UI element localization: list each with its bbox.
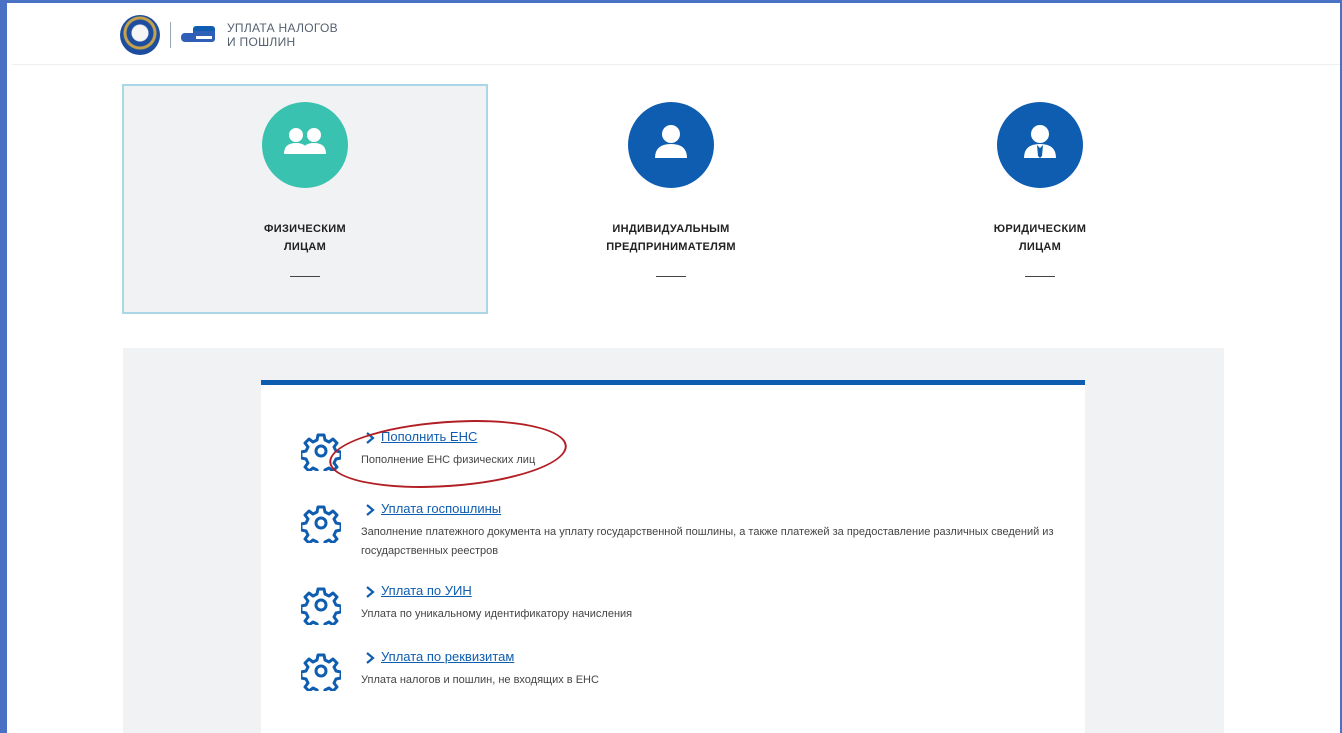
chevron-right-icon bbox=[366, 652, 375, 664]
category-entrepreneurs[interactable]: ИНДИВИДУАЛЬНЫМ ПРЕДПРИНИМАТЕЛЯМ bbox=[488, 84, 854, 314]
site-logo[interactable]: УПЛАТА НАЛОГОВ И ПОШЛИН bbox=[120, 10, 338, 60]
services-panel: Пополнить ЕНС Пополнение ЕНС физических … bbox=[123, 348, 1224, 733]
category-label-line1: ЮРИДИЧЕСКИМ bbox=[993, 223, 1087, 235]
chevron-right-icon bbox=[366, 504, 375, 516]
service-link[interactable]: Уплата по реквизитам bbox=[381, 649, 514, 664]
category-divider bbox=[1025, 276, 1055, 277]
category-label-line2: ПРЕДПРИНИМАТЕЛЯМ bbox=[606, 241, 736, 253]
category-divider bbox=[290, 276, 320, 277]
category-label-line2: ЛИЦАМ bbox=[1018, 241, 1062, 253]
logo-title-line1: УПЛАТА НАЛОГОВ bbox=[227, 21, 338, 35]
category-legal-entities[interactable]: ЮРИДИЧЕСКИМ ЛИЦАМ bbox=[857, 84, 1223, 314]
person-icon bbox=[628, 102, 714, 188]
fns-emblem-icon bbox=[120, 15, 160, 55]
category-divider bbox=[656, 276, 686, 277]
category-label: ФИЗИЧЕСКИМ ЛИЦАМ bbox=[124, 220, 486, 256]
payer-category-selector: ФИЗИЧЕСКИМ ЛИЦАМ ИНДИВИДУАЛЬНЫМ ПРЕДПРИН… bbox=[122, 84, 1232, 314]
person-tie-icon bbox=[997, 102, 1083, 188]
service-link[interactable]: Уплата по УИН bbox=[381, 583, 472, 598]
screenshot-frame-gap bbox=[7, 3, 12, 733]
service-description: Уплата по уникальному идентификатору нач… bbox=[361, 608, 633, 620]
service-link[interactable]: Уплата госпошлины bbox=[381, 501, 501, 516]
category-label-line1: ФИЗИЧЕСКИМ bbox=[264, 223, 346, 235]
two-persons-icon bbox=[262, 102, 348, 188]
site-header: УПЛАТА НАЛОГОВ И ПОШЛИН bbox=[12, 3, 1340, 65]
gear-icon bbox=[301, 587, 341, 625]
service-description: Уплата налогов и пошлин, не входящих в Е… bbox=[361, 674, 599, 686]
gear-icon bbox=[301, 505, 341, 543]
logo-title: УПЛАТА НАЛОГОВ И ПОШЛИН bbox=[227, 21, 338, 49]
category-label: ИНДИВИДУАЛЬНЫМ ПРЕДПРИНИМАТЕЛЯМ bbox=[488, 220, 854, 256]
category-label-line1: ИНДИВИДУАЛЬНЫМ bbox=[612, 223, 730, 235]
category-label: ЮРИДИЧЕСКИМ ЛИЦАМ bbox=[857, 220, 1223, 256]
service-description: Заполнение платежного документа на уплат… bbox=[361, 526, 1054, 557]
hand-card-icon bbox=[181, 24, 215, 46]
logo-separator bbox=[170, 22, 171, 48]
category-label-line2: ЛИЦАМ bbox=[283, 241, 327, 253]
chevron-right-icon bbox=[366, 586, 375, 598]
category-individuals[interactable]: ФИЗИЧЕСКИМ ЛИЦАМ bbox=[122, 84, 488, 314]
gear-icon bbox=[301, 653, 341, 691]
logo-title-line2: И ПОШЛИН bbox=[227, 35, 296, 49]
